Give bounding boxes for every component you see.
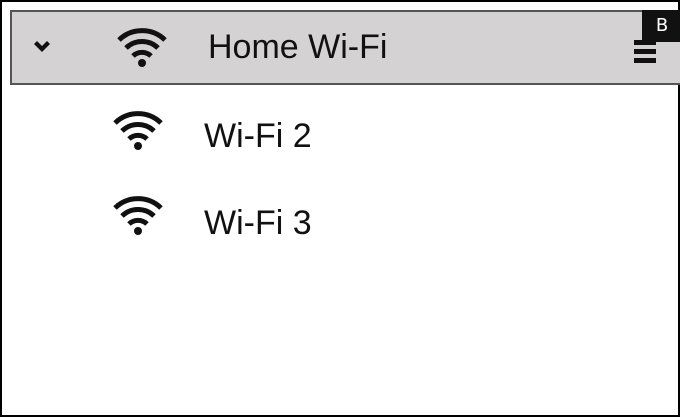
chevron-down-icon[interactable] <box>32 38 52 58</box>
network-item-wifi-3[interactable]: Wi-Fi 3 <box>2 182 678 260</box>
network-name: Home Wi-Fi <box>208 28 388 66</box>
network-item-wifi-2[interactable]: Wi-Fi 2 <box>2 97 678 175</box>
network-name: Wi-Fi 2 <box>204 117 312 155</box>
network-item-home-wifi[interactable]: Home Wi-Fi <box>10 10 680 85</box>
badge: B <box>642 10 680 42</box>
wifi-network-list-screen: Home Wi-Fi Wi-Fi 2 Wi-Fi 3 B <box>0 0 680 417</box>
wifi-icon <box>113 196 163 235</box>
network-name: Wi-Fi 3 <box>204 204 312 242</box>
wifi-icon <box>117 28 167 67</box>
wifi-icon <box>113 111 163 150</box>
